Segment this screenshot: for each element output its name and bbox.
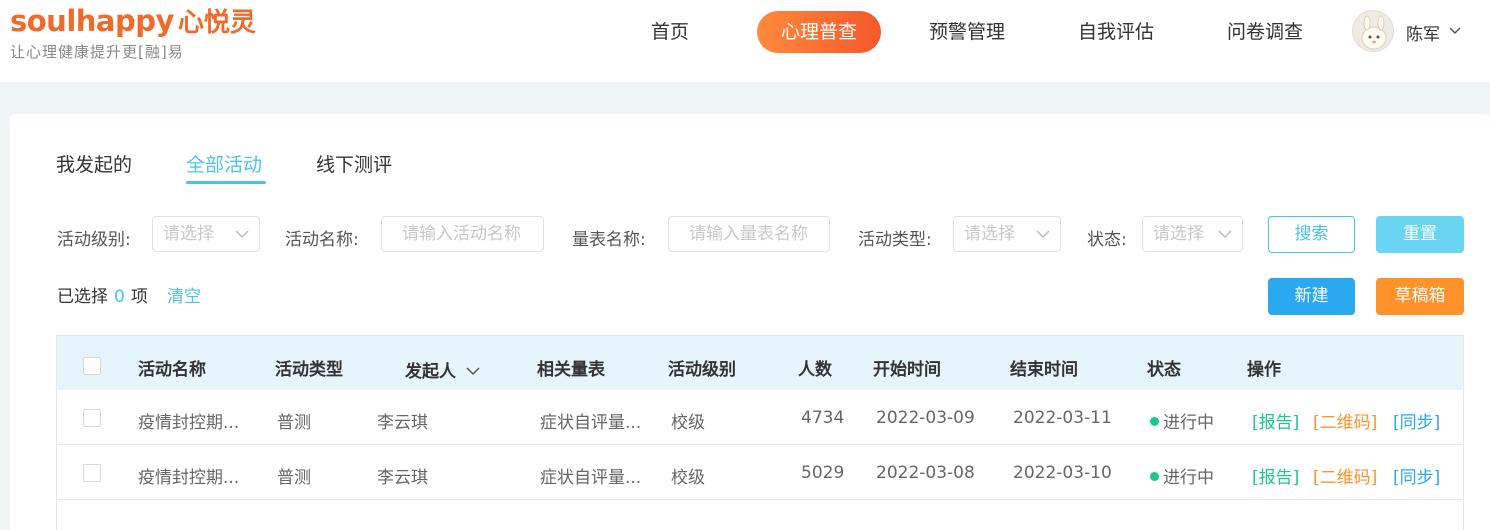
cell-initiator: 李云琪 bbox=[377, 413, 428, 433]
logo[interactable]: soulhappy 心悦灵 让心理健康提升更[融]易 bbox=[10, 2, 256, 62]
filter-level-label: 活动级别: bbox=[57, 230, 131, 250]
active-tab-underline bbox=[186, 181, 266, 184]
col-initiator-label: 发起人 bbox=[405, 362, 456, 382]
chevron-down-icon bbox=[1036, 230, 1050, 239]
filter-scale-input[interactable]: 请输入量表名称 bbox=[668, 216, 830, 252]
activity-table: 活动名称 活动类型 发起人 相关量表 活动级别 人数 开始时间 结束时间 状态 … bbox=[56, 335, 1464, 530]
qr-code-link[interactable]: [二维码] bbox=[1313, 408, 1377, 433]
search-button[interactable]: 搜索 bbox=[1268, 216, 1355, 253]
filter-type-placeholder: 请选择 bbox=[964, 224, 1015, 244]
chevron-down-icon bbox=[235, 230, 249, 239]
nav-psych-survey[interactable]: 心理普查 bbox=[757, 11, 881, 53]
cell-status: 进行中 bbox=[1150, 408, 1214, 433]
tab-all-activities[interactable]: 全部活动 bbox=[186, 150, 262, 177]
filter-scale-label: 量表名称: bbox=[572, 230, 646, 250]
tab-my-initiated[interactable]: 我发起的 bbox=[56, 150, 132, 177]
cell-end-time: 2022-03-10 bbox=[1013, 463, 1112, 483]
table-row: 疫情封控期... 普测 李云琪 症状自评量... 校级 5029 2022-03… bbox=[57, 445, 1463, 500]
cell-related-scale: 症状自评量... bbox=[540, 413, 642, 433]
cell-initiator: 李云琪 bbox=[377, 468, 428, 488]
filter-name-input[interactable]: 请输入活动名称 bbox=[381, 216, 544, 252]
nav-self-assessment[interactable]: 自我评估 bbox=[1061, 11, 1171, 53]
tab-offline-assessment[interactable]: 线下测评 bbox=[316, 150, 392, 177]
col-related-scale: 相关量表 bbox=[537, 360, 605, 380]
row-checkbox[interactable] bbox=[83, 409, 101, 427]
row-checkbox[interactable] bbox=[83, 464, 101, 482]
user-name[interactable]: 陈军 bbox=[1406, 20, 1440, 45]
cell-activity-name[interactable]: 疫情封控期... bbox=[138, 463, 239, 488]
filter-type-label: 活动类型: bbox=[858, 230, 932, 250]
chevron-down-icon bbox=[1218, 230, 1232, 239]
sync-link[interactable]: [同步] bbox=[1393, 408, 1440, 433]
cell-related-scale: 症状自评量... bbox=[540, 468, 642, 488]
status-dot-icon bbox=[1150, 417, 1159, 426]
qr-code-link[interactable]: [二维码] bbox=[1313, 463, 1377, 488]
col-end-time: 结束时间 bbox=[1010, 360, 1078, 380]
selection-count: 0 bbox=[114, 287, 125, 307]
col-start-time: 开始时间 bbox=[873, 360, 941, 380]
col-count: 人数 bbox=[798, 360, 832, 380]
col-activity-name: 活动名称 bbox=[138, 360, 206, 380]
col-activity-level: 活动级别 bbox=[668, 360, 736, 380]
filter-status-select[interactable]: 请选择 bbox=[1142, 216, 1243, 252]
filter-level-select[interactable]: 请选择 bbox=[152, 216, 260, 252]
selection-suffix: 项 bbox=[130, 287, 148, 307]
cell-activity-type: 普测 bbox=[277, 468, 311, 488]
report-link[interactable]: [报告] bbox=[1252, 463, 1299, 488]
col-initiator[interactable]: 发起人 bbox=[405, 357, 480, 382]
logo-slogan: 让心理健康提升更[融]易 bbox=[10, 43, 184, 61]
sync-link[interactable]: [同步] bbox=[1393, 463, 1440, 488]
table-header: 活动名称 活动类型 发起人 相关量表 活动级别 人数 开始时间 结束时间 状态 … bbox=[57, 336, 1463, 390]
filter-name-label: 活动名称: bbox=[285, 230, 359, 250]
nav-warning-management[interactable]: 预警管理 bbox=[912, 11, 1022, 53]
cell-activity-name[interactable]: 疫情封控期... bbox=[138, 408, 239, 433]
col-status: 状态 bbox=[1147, 360, 1181, 380]
table-row: 疫情封控期... 普测 李云琪 症状自评量... 校级 4734 2022-03… bbox=[57, 390, 1463, 445]
chevron-down-icon bbox=[466, 367, 480, 376]
col-actions: 操作 bbox=[1247, 360, 1281, 380]
filter-name-placeholder: 请输入活动名称 bbox=[402, 224, 521, 244]
cell-count: 5029 bbox=[801, 463, 845, 483]
selection-prefix: 已选择 bbox=[57, 287, 108, 307]
logo-text-en: soulhappy bbox=[10, 4, 174, 38]
report-link[interactable]: [报告] bbox=[1252, 408, 1299, 433]
cell-status: 进行中 bbox=[1150, 463, 1214, 488]
filter-scale-placeholder: 请输入量表名称 bbox=[689, 224, 808, 244]
select-all-checkbox[interactable] bbox=[83, 357, 101, 375]
new-button[interactable]: 新建 bbox=[1268, 278, 1355, 315]
logo-main: soulhappy 心悦灵 bbox=[10, 2, 256, 39]
clear-selection-link[interactable]: 清空 bbox=[167, 282, 201, 307]
user-avatar[interactable] bbox=[1352, 10, 1394, 52]
cell-count: 4734 bbox=[801, 408, 845, 428]
nav-questionnaire[interactable]: 问卷调查 bbox=[1210, 11, 1320, 53]
status-text: 进行中 bbox=[1163, 413, 1214, 433]
cell-start-time: 2022-03-09 bbox=[876, 408, 975, 428]
filter-status-placeholder: 请选择 bbox=[1153, 224, 1204, 244]
status-dot-icon bbox=[1150, 472, 1159, 481]
reset-button[interactable]: 重置 bbox=[1376, 216, 1464, 253]
cell-activity-level: 校级 bbox=[671, 468, 705, 488]
status-text: 进行中 bbox=[1163, 468, 1214, 488]
filter-status-label: 状态: bbox=[1087, 230, 1127, 250]
draft-box-button[interactable]: 草稿箱 bbox=[1376, 278, 1464, 315]
cell-start-time: 2022-03-08 bbox=[876, 463, 975, 483]
chevron-down-icon[interactable] bbox=[1448, 24, 1462, 38]
avatar-icon bbox=[1353, 11, 1393, 51]
col-activity-type: 活动类型 bbox=[275, 360, 343, 380]
logo-text-cn: 心悦灵 bbox=[177, 8, 256, 38]
filter-type-select[interactable]: 请选择 bbox=[953, 216, 1061, 252]
cell-end-time: 2022-03-11 bbox=[1013, 408, 1112, 428]
selection-summary: 已选择 0 项 bbox=[57, 282, 148, 307]
filter-level-placeholder: 请选择 bbox=[163, 224, 214, 244]
cell-activity-type: 普测 bbox=[277, 413, 311, 433]
nav-home[interactable]: 首页 bbox=[628, 11, 712, 53]
cell-activity-level: 校级 bbox=[671, 413, 705, 433]
top-header: soulhappy 心悦灵 让心理健康提升更[融]易 首页 心理普查 预警管理 … bbox=[0, 0, 1490, 82]
